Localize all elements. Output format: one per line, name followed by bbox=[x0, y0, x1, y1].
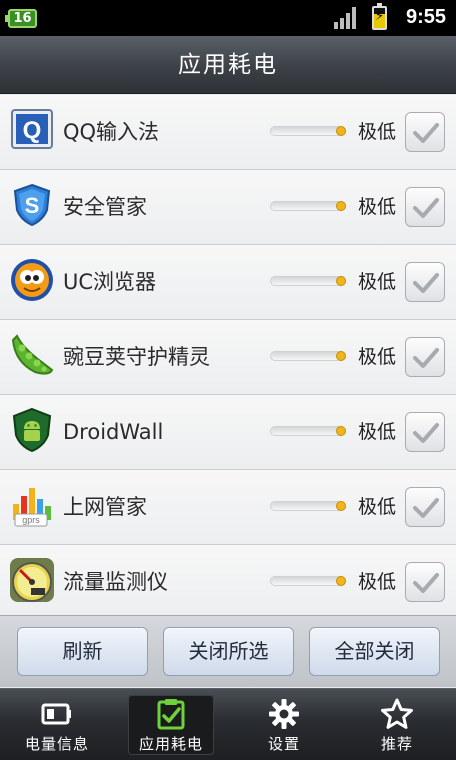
tab-label: 应用耗电 bbox=[138, 735, 203, 753]
battery-icon bbox=[41, 698, 73, 730]
title-bar: 应用耗电 bbox=[0, 36, 456, 94]
tab-label: 电量信息 bbox=[24, 735, 89, 753]
usage-meter bbox=[270, 501, 346, 511]
usage-dot-icon bbox=[336, 501, 346, 511]
android-shield-icon bbox=[9, 407, 55, 453]
svg-text:S: S bbox=[25, 193, 40, 218]
checkmark-icon bbox=[413, 198, 439, 218]
clock: 9:55 bbox=[405, 6, 446, 28]
checkmark-icon bbox=[413, 573, 439, 593]
app-name: DroidWall bbox=[63, 420, 164, 444]
svg-text:Q: Q bbox=[23, 117, 42, 144]
usage-level: 极低 bbox=[358, 496, 397, 518]
tab-label: 设置 bbox=[267, 735, 300, 753]
app-checkbox[interactable] bbox=[405, 562, 445, 602]
close-all-button[interactable]: 全部关闭 bbox=[309, 627, 440, 676]
tab-label: 推荐 bbox=[380, 735, 413, 753]
app-checkbox[interactable] bbox=[405, 262, 445, 302]
usage-level: 极低 bbox=[358, 421, 397, 443]
usage-dot-icon bbox=[336, 126, 346, 136]
usage-meter bbox=[270, 576, 346, 586]
usage-dot-icon bbox=[336, 201, 346, 211]
tab-settings[interactable]: 设置 bbox=[241, 695, 327, 755]
usage-level: 极低 bbox=[358, 121, 397, 143]
svg-text:gprs: gprs bbox=[22, 515, 40, 525]
peapod-icon bbox=[9, 332, 55, 378]
usage-meter bbox=[270, 351, 346, 361]
refresh-button[interactable]: 刷新 bbox=[17, 627, 148, 676]
checkmark-icon bbox=[413, 423, 439, 443]
usage-level: 极低 bbox=[358, 346, 397, 368]
app-checkbox[interactable] bbox=[405, 187, 445, 227]
app-checkbox[interactable] bbox=[405, 112, 445, 152]
usage-meter bbox=[270, 201, 346, 211]
tab-app-power[interactable]: 应用耗电 bbox=[128, 695, 214, 755]
app-name: 上网管家 bbox=[63, 495, 147, 519]
usage-level: 极低 bbox=[358, 271, 397, 293]
speedometer-icon bbox=[9, 557, 55, 603]
tab-battery-info[interactable]: 电量信息 bbox=[14, 695, 100, 755]
app-name: 豌豆荚守护精灵 bbox=[63, 345, 210, 369]
app-list: Q QQ输入法 极低 S 安全管家 极低 UC浏览器 极低 豌豆荚守护精灵 极低 bbox=[0, 95, 456, 620]
checkmark-icon bbox=[413, 348, 439, 368]
uc-browser-icon bbox=[9, 257, 55, 303]
app-name: UC浏览器 bbox=[63, 270, 157, 294]
app-checkbox[interactable] bbox=[405, 487, 445, 527]
usage-level: 极低 bbox=[358, 571, 397, 593]
action-bar: 刷新 关闭所选 全部关闭 bbox=[0, 615, 456, 687]
usage-level: 极低 bbox=[358, 196, 397, 218]
checkmark-icon bbox=[413, 498, 439, 518]
list-item[interactable]: UC浏览器 极低 bbox=[0, 245, 456, 320]
app-name: QQ输入法 bbox=[63, 120, 160, 144]
list-item[interactable]: gprs 上网管家 极低 bbox=[0, 470, 456, 545]
list-item[interactable]: S 安全管家 极低 bbox=[0, 170, 456, 245]
usage-meter bbox=[270, 126, 346, 136]
gear-icon bbox=[268, 698, 300, 730]
security-shield-icon: S bbox=[9, 182, 55, 228]
star-icon bbox=[381, 698, 413, 730]
qq-input-icon: Q bbox=[9, 107, 55, 153]
checkmark-icon bbox=[413, 273, 439, 293]
bottom-nav: 电量信息 应用耗电 设置 推荐 bbox=[0, 688, 456, 760]
list-item[interactable]: 流量监测仪 极低 bbox=[0, 545, 456, 620]
list-item[interactable]: Q QQ输入法 极低 bbox=[0, 95, 456, 170]
usage-dot-icon bbox=[336, 276, 346, 286]
usage-meter bbox=[270, 426, 346, 436]
usage-dot-icon bbox=[336, 351, 346, 361]
tab-recommend[interactable]: 推荐 bbox=[354, 695, 440, 755]
page-title: 应用耗电 bbox=[178, 52, 278, 78]
app-checkbox[interactable] bbox=[405, 412, 445, 452]
usage-dot-icon bbox=[336, 426, 346, 436]
battery-charging-icon: ⚡ bbox=[372, 3, 387, 30]
app-name: 流量监测仪 bbox=[63, 570, 168, 594]
gprs-bars-icon: gprs bbox=[9, 482, 55, 528]
checkmark-icon bbox=[413, 123, 439, 143]
clipboard-check-icon bbox=[155, 698, 187, 730]
signal-strength-icon bbox=[334, 7, 358, 29]
list-item[interactable]: 豌豆荚守护精灵 极低 bbox=[0, 320, 456, 395]
app-checkbox[interactable] bbox=[405, 337, 445, 377]
status-bar: 16 ⚡ 9:55 bbox=[0, 0, 456, 36]
close-selected-button[interactable]: 关闭所选 bbox=[163, 627, 294, 676]
usage-meter bbox=[270, 276, 346, 286]
usage-dot-icon bbox=[336, 576, 346, 586]
list-item[interactable]: DroidWall 极低 bbox=[0, 395, 456, 470]
battery-level-badge: 16 bbox=[5, 9, 37, 28]
app-name: 安全管家 bbox=[63, 195, 147, 219]
